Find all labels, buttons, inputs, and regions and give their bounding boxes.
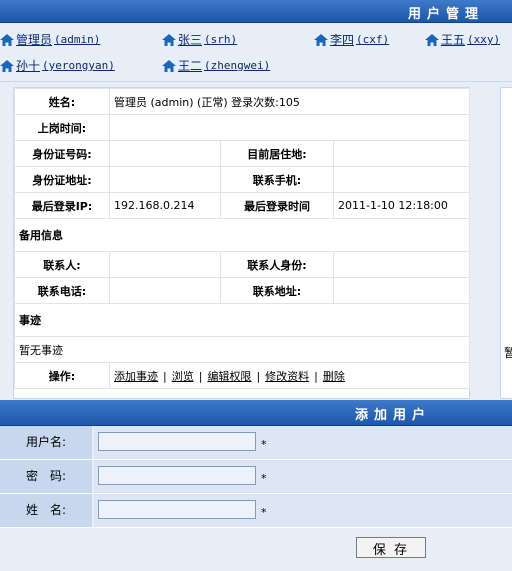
required-mark: * <box>261 472 267 485</box>
password-row: 密 码: * <box>0 460 512 494</box>
user-login: (xxy) <box>467 33 501 46</box>
realname-row: 姓 名: * <box>0 494 512 528</box>
password-label: 密 码: <box>0 460 92 493</box>
user-link-yerongyan[interactable]: 孙十 (yerongyan) <box>0 57 115 74</box>
idaddress-value <box>109 166 221 193</box>
contact-phone-label: 联系电话: <box>14 277 110 304</box>
username-row: 用户名: * <box>0 426 512 460</box>
user-info-table: 姓名: 管理员 (admin) (正常) 登录次数:105 上岗时间: 身份证号… <box>13 88 471 389</box>
user-name: 王五 <box>441 33 466 47</box>
user-link-zhengwei[interactable]: 王二 (zhengwei) <box>162 57 270 74</box>
home-icon <box>0 33 14 46</box>
backup-section-title: 备用信息 <box>13 218 471 252</box>
user-login: (yerongyan) <box>42 59 115 72</box>
name-value: 管理员 (admin) (正常) 登录次数:105 <box>108 88 471 115</box>
lasttime-value: 2011-1-10 12:18:00 <box>332 192 471 219</box>
idcard-value <box>109 140 221 167</box>
deeds-value-next: 暂 <box>504 346 512 360</box>
user-link-cxf[interactable]: 李四 (cxf) <box>314 31 389 48</box>
username-cell: * <box>94 426 512 459</box>
contact-value <box>109 251 221 278</box>
lasttime-label: 最后登录时间 <box>220 192 334 219</box>
user-link-srh[interactable]: 张三 (srh) <box>162 31 237 48</box>
user-detail-card-next: 暂 <box>500 87 512 399</box>
name-label: 姓名: <box>14 88 110 115</box>
edit-profile-link[interactable]: 修改资料 <box>265 370 309 383</box>
edit-permissions-link[interactable]: 编辑权限 <box>207 370 251 383</box>
user-name: 王二 <box>178 59 203 73</box>
add-user-title: 添加用户 <box>355 408 432 423</box>
mobile-value <box>332 166 471 193</box>
header-bar: 用户管理 <box>0 0 512 23</box>
password-cell: * <box>94 460 512 493</box>
realname-cell: * <box>94 494 512 527</box>
contact-relation-label: 联系人身份: <box>220 251 334 278</box>
ops-links: 添加事迹 | 浏览 | 编辑权限 | 修改资料 | 删除 <box>108 362 471 389</box>
browse-link[interactable]: 浏览 <box>172 370 194 383</box>
user-login: (cxf) <box>356 33 390 46</box>
home-icon <box>162 33 176 46</box>
deeds-section-title: 事迹 <box>13 303 471 337</box>
contact-address-value <box>332 277 471 304</box>
user-link-xxy[interactable]: 王五 (xxy) <box>425 31 500 48</box>
user-name: 张三 <box>178 33 203 47</box>
onduty-value <box>108 114 471 141</box>
required-mark: * <box>261 438 267 451</box>
residence-value <box>332 140 471 167</box>
username-label: 用户名: <box>0 426 92 459</box>
user-detail-card: 姓名: 管理员 (admin) (正常) 登录次数:105 上岗时间: 身份证号… <box>13 87 471 399</box>
user-login: (admin) <box>54 33 101 46</box>
realname-label: 姓 名: <box>0 494 92 527</box>
user-name: 管理员 <box>16 33 53 47</box>
contact-relation-value <box>332 251 471 278</box>
idcard-label: 身份证号码: <box>14 140 110 167</box>
add-user-form: 用户名: * 密 码: * 姓 名: * 保 存 <box>0 426 512 571</box>
user-detail-area: 姓名: 管理员 (admin) (正常) 登录次数:105 上岗时间: 身份证号… <box>0 82 512 400</box>
user-list: 管理员 (admin) 张三 (srh) 李四 (cxf) 王五 (xxy) 孙… <box>0 23 512 82</box>
required-mark: * <box>261 506 267 519</box>
contact-address-label: 联系地址: <box>220 277 334 304</box>
home-icon <box>162 59 176 72</box>
realname-input[interactable] <box>98 500 256 519</box>
lastip-label: 最后登录IP: <box>14 192 110 219</box>
username-input[interactable] <box>98 432 256 451</box>
contact-label: 联系人: <box>14 251 110 278</box>
user-login: (zhengwei) <box>204 59 271 72</box>
delete-link[interactable]: 删除 <box>323 370 345 383</box>
add-user-header: 添加用户 <box>0 400 512 426</box>
add-deed-link[interactable]: 添加事迹 <box>114 370 158 383</box>
user-name: 李四 <box>330 33 355 47</box>
contact-phone-value <box>109 277 221 304</box>
mobile-label: 联系手机: <box>220 166 334 193</box>
user-link-admin[interactable]: 管理员 (admin) <box>0 31 100 48</box>
deeds-value: 暂无事迹 <box>13 336 471 363</box>
home-icon <box>425 33 439 46</box>
user-name: 孙十 <box>16 59 41 73</box>
onduty-label: 上岗时间: <box>14 114 110 141</box>
save-button[interactable]: 保 存 <box>356 537 426 558</box>
password-input[interactable] <box>98 466 256 485</box>
home-icon <box>314 33 328 46</box>
residence-label: 目前居住地: <box>220 140 334 167</box>
idaddress-label: 身份证地址: <box>14 166 110 193</box>
page-title: 用户管理 <box>408 7 485 22</box>
home-icon <box>0 59 14 72</box>
lastip-value: 192.168.0.214 <box>109 192 221 219</box>
ops-label: 操作: <box>14 362 110 389</box>
user-login: (srh) <box>204 33 238 46</box>
